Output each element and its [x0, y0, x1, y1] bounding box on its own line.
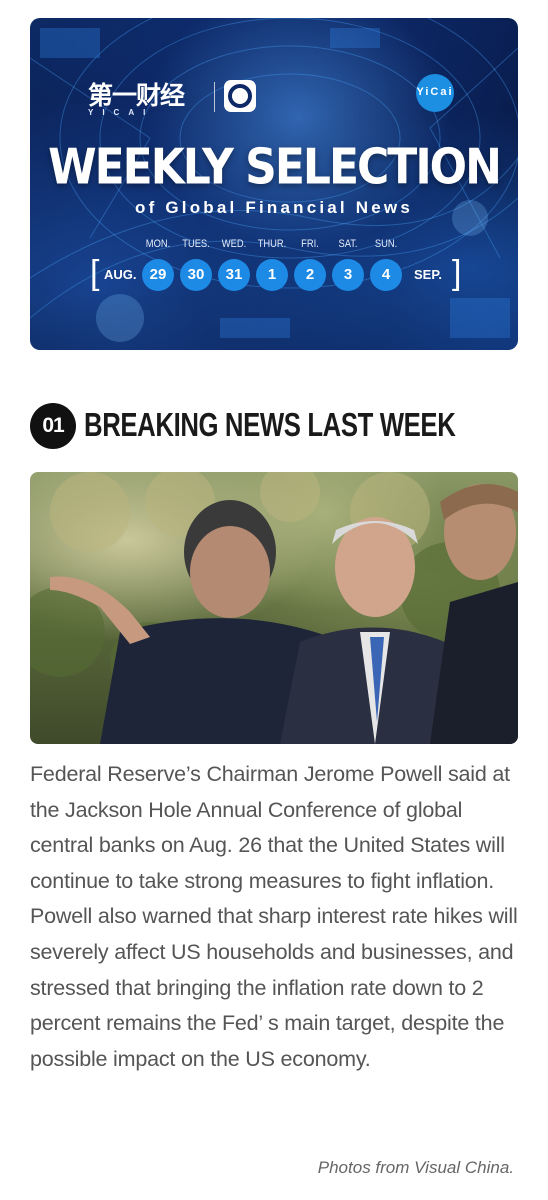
date-circle: 3 — [332, 259, 364, 291]
day-label-mon: MON. — [145, 238, 171, 250]
date-circle: 2 — [294, 259, 326, 291]
day-label-wed: WED. — [221, 238, 247, 250]
section-number-badge: 01 — [30, 403, 76, 449]
day-label-sat: SAT. — [338, 238, 358, 250]
banner-title: WEEKLY SELECTION — [48, 138, 502, 197]
day-label-sun: SUN. — [374, 238, 398, 250]
month-start: AUG. — [104, 267, 137, 282]
weekly-selection-banner: 第一财经 YICAI YiCai WEEKLY SELECTION of Glo… — [30, 18, 518, 350]
yicai-chinese-logo: 第一财经 — [88, 81, 185, 110]
badge-text: YiCai — [416, 86, 454, 98]
left-bracket: [ — [90, 254, 100, 292]
news-photo-illustration — [30, 472, 518, 744]
day-label-fri: FRI. — [301, 238, 319, 250]
section-title: BREAKING NEWS LAST WEEK — [84, 406, 456, 443]
day-label-tue: TUES. — [182, 238, 210, 250]
yicai-logo-subtext: YICAI — [88, 108, 155, 117]
day-label-thu: THUR. — [257, 238, 287, 250]
date-circle: 31 — [218, 259, 250, 291]
yicai-app-icon — [224, 80, 256, 112]
yicai-global-logo-icon: YiCai — [394, 74, 476, 114]
date-row: [ AUG. 29 30 31 1 2 3 4 SEP. ] — [90, 254, 470, 292]
month-end: SEP. — [414, 267, 442, 282]
news-photo — [30, 472, 518, 744]
date-circle: 4 — [370, 259, 402, 291]
right-bracket: ] — [452, 254, 462, 292]
photo-credit: Photos from Visual China. — [317, 1158, 514, 1177]
date-circle: 29 — [142, 259, 174, 291]
date-circle: 1 — [256, 259, 288, 291]
banner-subtitle: of Global Financial News — [134, 198, 413, 217]
logo-divider — [214, 82, 215, 112]
article-body: Federal Reserve’s Chairman Jerome Powell… — [30, 762, 518, 1071]
date-circle: 30 — [180, 259, 212, 291]
